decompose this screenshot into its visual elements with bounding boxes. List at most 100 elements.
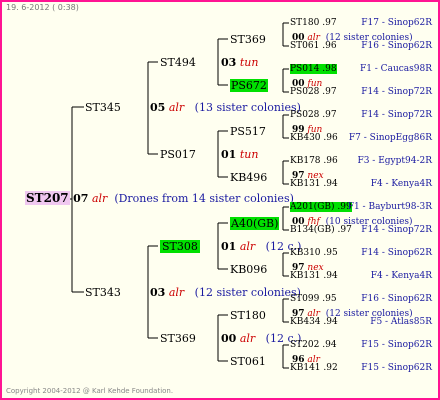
gen4-id: KB430 .96	[290, 133, 338, 143]
root-note: (Drones from 14 sister colonies)	[114, 192, 294, 205]
gen4-queen-7: KB131 .94	[290, 179, 338, 190]
gen4-name: KB131	[290, 271, 321, 281]
gen4-name: KB131	[290, 179, 321, 189]
gen4-queen-4: PS028 .97	[290, 110, 337, 121]
gen4-queen-2: PS014 .98	[290, 64, 337, 75]
pedigree-stage: ST207 07 alr (Drones from 14 sister colo…	[0, 0, 440, 400]
gen3-name: KB496	[230, 171, 268, 184]
gen4-year: .96	[323, 156, 338, 166]
gen3-name: KB096	[230, 263, 268, 276]
gen4-source: F16 - Sinop62R	[361, 41, 432, 51]
gen2-mating: tun	[239, 56, 259, 69]
gen4-name: ST099	[290, 294, 320, 304]
copyright-footer: Copyright 2004-2012 @ Karl Kehde Foundat…	[6, 387, 174, 395]
gen4-source-3: F14 - Sinop72R	[361, 87, 432, 98]
gen3-name: PS517	[230, 125, 266, 138]
gen4-queen-9: B134(GB) .97	[290, 225, 352, 236]
gen1-name: ST343	[85, 286, 121, 299]
gen4-id: KB434 .94	[290, 317, 338, 327]
gen4-source: F17 - Sinop62R	[361, 18, 432, 28]
date-stamp: 19. 6-2012 ( 0:38)	[6, 3, 79, 12]
gen4-source-8: F1 - Bayburt98-3R	[348, 202, 432, 213]
gen4-source: F3 - Egypt94-2R	[357, 156, 432, 166]
gen4-year: .97	[322, 87, 337, 97]
gen1-mating: alr	[168, 286, 185, 299]
gen4-source: F14 - Sinop72R	[361, 110, 432, 120]
gen4-name: KB434	[290, 317, 321, 327]
gen4-year: .95	[322, 294, 337, 304]
gen4-name: ST061	[290, 41, 320, 51]
gen4-id: KB178 .96	[290, 156, 338, 166]
gen4-id: KB131 .94	[290, 179, 338, 189]
gen3-queen-5: KB096	[230, 263, 267, 276]
gen4-source-10: F14 - Sinop62R	[361, 248, 432, 259]
gen4-source-1: F16 - Sinop62R	[361, 41, 432, 52]
gen1-queen-0: ST345	[85, 101, 121, 114]
gen4-id: A201(GB) .99	[290, 202, 352, 212]
gen4-year: .96	[323, 133, 338, 143]
gen4-queen-0: ST180 .97	[290, 18, 337, 29]
gen3-name: A40(GB)	[230, 217, 280, 230]
gen1-name: ST345	[85, 101, 121, 114]
gen4-source-7: F4 - Kenya4R	[371, 179, 432, 190]
gen4-name: PS028	[290, 87, 320, 97]
gen4-year: .94	[323, 179, 338, 189]
gen4-id: ST061 .96	[290, 41, 337, 51]
gen4-source-12: F16 - Sinop62R	[361, 294, 432, 305]
gen3-queen-7: ST061	[230, 355, 266, 368]
gen2-name: ST308	[160, 240, 200, 253]
gen4-id: PS014 .98	[290, 64, 337, 74]
gen4-source-13: F5 - Atlas85R	[370, 317, 432, 328]
gen4-source-15: F15 - Sinop62R	[361, 363, 432, 374]
gen1-mating: alr	[168, 101, 185, 114]
gen3-queen-2: PS517	[230, 125, 266, 138]
gen4-source: F1 - Caucas98R	[359, 64, 432, 74]
gen4-source: F5 - Atlas85R	[370, 317, 432, 327]
gen2-year: 00	[221, 332, 237, 345]
gen4-name: B134(GB)	[290, 225, 335, 235]
gen4-queen-15: KB141 .92	[290, 363, 338, 374]
root-queen: ST207 07 alr (Drones from 14 sister colo…	[25, 191, 294, 205]
gen4-source: F14 - Sinop72R	[361, 87, 432, 97]
gen3-queen-4: A40(GB)	[230, 217, 280, 230]
gen2-queen-1: PS017	[160, 148, 196, 161]
gen4-year: .97	[322, 18, 337, 28]
gen4-queen-10: KB310 .95	[290, 248, 338, 259]
gen4-source: F15 - Sinop62R	[361, 340, 432, 350]
gen4-name: PS028	[290, 110, 320, 120]
gen4-queen-12: ST099 .95	[290, 294, 337, 305]
gen4-name: ST180	[290, 18, 320, 28]
gen1-note: (13 sister colonies)	[194, 101, 301, 114]
gen3-name: ST180	[230, 309, 266, 322]
gen4-name: KB430	[290, 133, 321, 143]
gen3-queen-0: ST369	[230, 33, 266, 46]
gen2-name: PS017	[160, 148, 196, 161]
gen4-year: .94	[323, 271, 338, 281]
gen4-name: ST202	[290, 340, 320, 350]
gen4-year: .94	[323, 317, 338, 327]
gen4-id: ST099 .95	[290, 294, 337, 304]
gen4-name: KB178	[290, 156, 321, 166]
gen2-name: ST494	[160, 56, 196, 69]
gen4-id: PS028 .97	[290, 110, 337, 120]
gen4-source: F4 - Kenya4R	[370, 179, 432, 189]
root-name: ST207	[25, 191, 70, 205]
gen4-queen-3: PS028 .97	[290, 87, 337, 98]
gen3-queen-6: ST180	[230, 309, 266, 322]
gen4-source-2: F1 - Caucas98R	[360, 64, 432, 75]
gen4-source-6: F3 - Egypt94-2R	[357, 156, 432, 167]
gen4-queen-8: A201(GB) .99	[290, 202, 352, 213]
gen3-queen-3: KB496	[230, 171, 267, 184]
gen4-source-14: F15 - Sinop62R	[361, 340, 432, 351]
gen4-queen-14: ST202 .94	[290, 340, 337, 351]
gen4-source: F1 - Bayburt98-3R	[347, 202, 432, 212]
gen4-id: PS028 .97	[290, 87, 337, 97]
gen4-name: A201(GB)	[290, 202, 335, 212]
gen4-id: KB310 .95	[290, 248, 338, 258]
gen4-name: KB310	[290, 248, 321, 258]
gen4-id: KB131 .94	[290, 271, 338, 281]
gen1-year: 05	[150, 101, 166, 114]
gen4-year: .95	[323, 248, 338, 258]
gen4-id: ST202 .94	[290, 340, 337, 350]
gen4-queen-5: KB430 .96	[290, 133, 338, 144]
